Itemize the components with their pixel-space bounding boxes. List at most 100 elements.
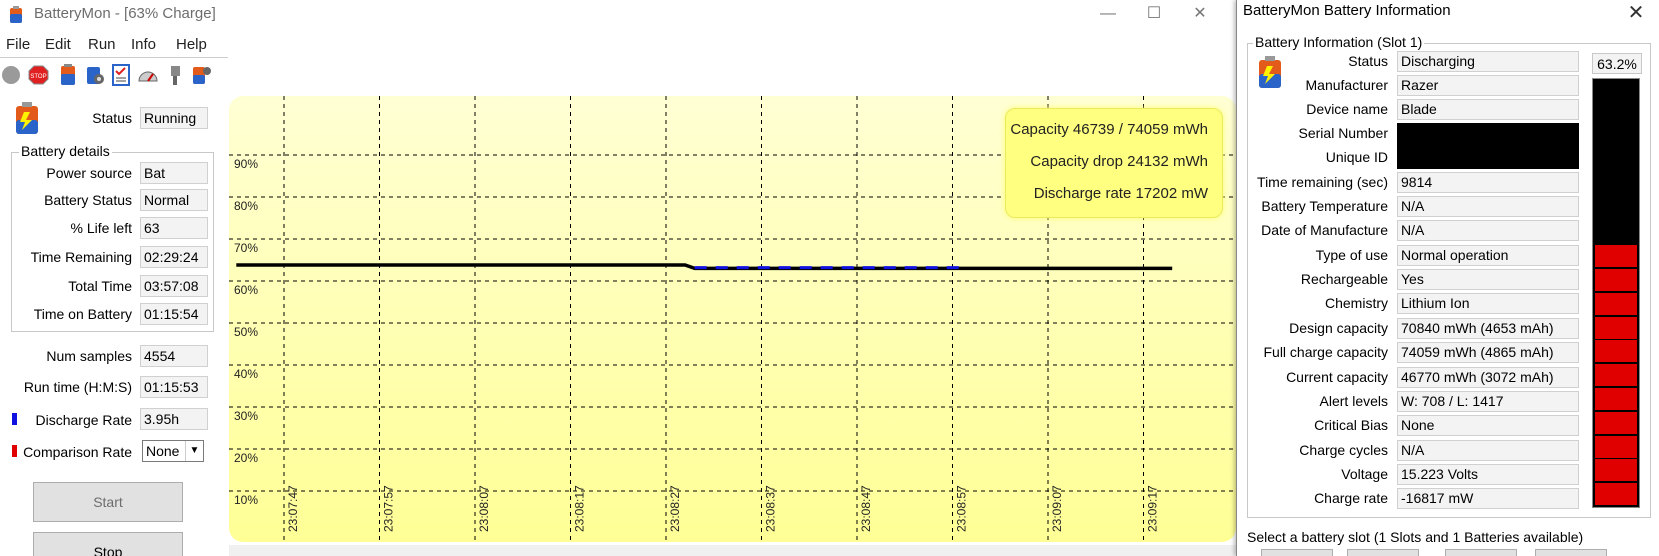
- overlay-discharge-rate: Discharge rate 17202 mW: [1033, 185, 1208, 202]
- x-tick-label: 23:08:47: [859, 485, 873, 532]
- battery-settings-icon[interactable]: [83, 62, 107, 88]
- power-source-label: Power source: [46, 165, 132, 181]
- y-tick-label: 60%: [234, 283, 258, 297]
- charge-cycles-label: Charge cycles: [1299, 442, 1388, 458]
- comparison-rate-select[interactable]: None ▼: [142, 440, 204, 462]
- device-name-label: Device name: [1306, 101, 1388, 117]
- stop-button[interactable]: Stop: [33, 532, 183, 556]
- total-time-label: Total Time: [68, 278, 132, 294]
- menu-file[interactable]: File: [6, 36, 30, 53]
- critical-bias-field: None: [1397, 415, 1579, 436]
- life-left-label: % Life left: [70, 220, 132, 236]
- close-button[interactable]: ✕: [1177, 0, 1223, 30]
- menu-info[interactable]: Info: [131, 36, 156, 53]
- battery-information-window: BatteryMon Battery Information ✕ Battery…: [1236, 0, 1659, 556]
- run-time-label: Run time (H:M:S): [23, 379, 132, 395]
- checklist-icon[interactable]: [109, 62, 133, 88]
- slot-button-3[interactable]: [1445, 549, 1517, 556]
- discharge-rate-label: Discharge Rate: [35, 412, 133, 428]
- battery-config-icon[interactable]: [190, 62, 214, 88]
- chart-horizontal-scrollbar[interactable]: [229, 545, 1236, 556]
- slot-prompt: Select a battery slot (1 Slots and 1 Bat…: [1247, 529, 1584, 545]
- critical-bias-label: Critical Bias: [1314, 417, 1388, 433]
- record-icon[interactable]: [0, 62, 24, 88]
- slot-button-2[interactable]: [1347, 549, 1419, 556]
- menu-bar: File Edit Run Info Help: [0, 33, 1236, 57]
- battery-icon[interactable]: [56, 62, 80, 88]
- battery-status-field: Normal: [140, 189, 208, 211]
- date-of-manufacture-label: Date of Manufacture: [1261, 222, 1388, 238]
- comparison-rate-label: Comparison Rate: [23, 444, 132, 460]
- comparison-rate-value: None: [146, 443, 180, 459]
- rechargeable-field: Yes: [1397, 269, 1579, 290]
- charge-cycles-field: N/A: [1397, 440, 1579, 461]
- stop-icon[interactable]: STOP: [27, 62, 51, 88]
- time-remaining-field: 02:29:24: [140, 246, 208, 268]
- battery-temperature-field: N/A: [1397, 196, 1579, 217]
- alert-levels-field: W: 708 / L: 1417: [1397, 391, 1579, 412]
- y-tick-label: 80%: [234, 199, 258, 213]
- time-remaining-sec-label: Time remaining (sec): [1257, 174, 1388, 190]
- svg-text:STOP: STOP: [30, 74, 46, 80]
- manufacturer-label: Manufacturer: [1305, 77, 1388, 93]
- y-tick-label: 40%: [234, 367, 258, 381]
- full-charge-capacity-label: Full charge capacity: [1263, 344, 1388, 360]
- rechargeable-label: Rechargeable: [1300, 271, 1388, 287]
- title-bar[interactable]: BatteryMon - [63% Charge] — ☐ ✕: [0, 0, 1236, 30]
- type-of-use-field: Normal operation: [1397, 245, 1579, 266]
- y-tick-label: 30%: [234, 409, 258, 423]
- batterymon-main-window: BatteryMon - [63% Charge] — ☐ ✕ File Edi…: [0, 0, 1236, 556]
- slot-button-4[interactable]: [1535, 549, 1607, 556]
- life-left-field: 63: [140, 217, 208, 239]
- battery-temperature-label: Battery Temperature: [1261, 198, 1388, 214]
- gauge-segment: [1595, 483, 1637, 506]
- status-field: Running: [140, 107, 208, 129]
- gauge-segment: [1595, 459, 1637, 482]
- menu-separator: [0, 57, 228, 58]
- app-battery-icon: [10, 6, 22, 23]
- minimize-button[interactable]: —: [1085, 0, 1131, 30]
- overlay-capacity-drop: Capacity drop 24132 mWh: [1030, 153, 1208, 170]
- menu-edit[interactable]: Edit: [45, 36, 71, 53]
- charge-rate-label: Charge rate: [1314, 490, 1388, 506]
- gauge-segment: [1595, 340, 1637, 363]
- status-field: Discharging: [1397, 51, 1579, 72]
- menu-help[interactable]: Help: [176, 36, 207, 53]
- start-button[interactable]: Start: [33, 482, 183, 522]
- discharge-rate-field: 3.95h: [140, 408, 208, 430]
- voltage-label: Voltage: [1341, 466, 1388, 482]
- maximize-button[interactable]: ☐: [1131, 0, 1177, 30]
- menu-run[interactable]: Run: [88, 36, 116, 53]
- chevron-down-icon[interactable]: ▼: [185, 441, 203, 461]
- charge-level-gauge: [1592, 78, 1640, 508]
- unique-id-label: Unique ID: [1325, 149, 1388, 165]
- date-of-manufacture-field: N/A: [1397, 220, 1579, 241]
- info-window-title: BatteryMon Battery Information: [1243, 2, 1451, 19]
- chemistry-field: Lithium Ion: [1397, 293, 1579, 314]
- x-tick-label: 23:08:07: [477, 485, 491, 532]
- gauge-icon[interactable]: [136, 62, 160, 88]
- window-title: BatteryMon - [63% Charge]: [34, 5, 216, 22]
- chemistry-label: Chemistry: [1324, 295, 1388, 311]
- plug-icon[interactable]: [163, 62, 187, 88]
- gauge-segment: [1595, 269, 1637, 291]
- gauge-segment: [1595, 388, 1637, 410]
- run-time-field: 01:15:53: [140, 376, 208, 398]
- alert-levels-label: Alert levels: [1319, 393, 1388, 409]
- y-tick-label: 10%: [234, 493, 258, 507]
- close-icon[interactable]: ✕: [1621, 0, 1651, 25]
- time-on-battery-label: Time on Battery: [33, 306, 132, 322]
- x-tick-label: 23:08:57: [955, 485, 969, 532]
- battery-information-group-title: Battery Information (Slot 1): [1253, 34, 1425, 50]
- full-charge-capacity-field: 74059 mWh (4865 mAh): [1397, 342, 1579, 363]
- gauge-segment: [1595, 411, 1637, 434]
- battery-status-label: Battery Status: [44, 192, 132, 208]
- manufacturer-field: Razer: [1397, 75, 1579, 96]
- slot-button-1[interactable]: [1261, 549, 1333, 556]
- design-capacity-label: Design capacity: [1289, 320, 1388, 336]
- time-remaining-label: Time Remaining: [30, 249, 132, 265]
- current-capacity-label: Current capacity: [1286, 369, 1388, 385]
- overlay-capacity: Capacity 46739 / 74059 mWh: [1010, 121, 1208, 138]
- redacted-serial-and-id-field: [1397, 123, 1579, 169]
- capacity-overlay: Capacity 46739 / 74059 mWh Capacity drop…: [1005, 108, 1223, 218]
